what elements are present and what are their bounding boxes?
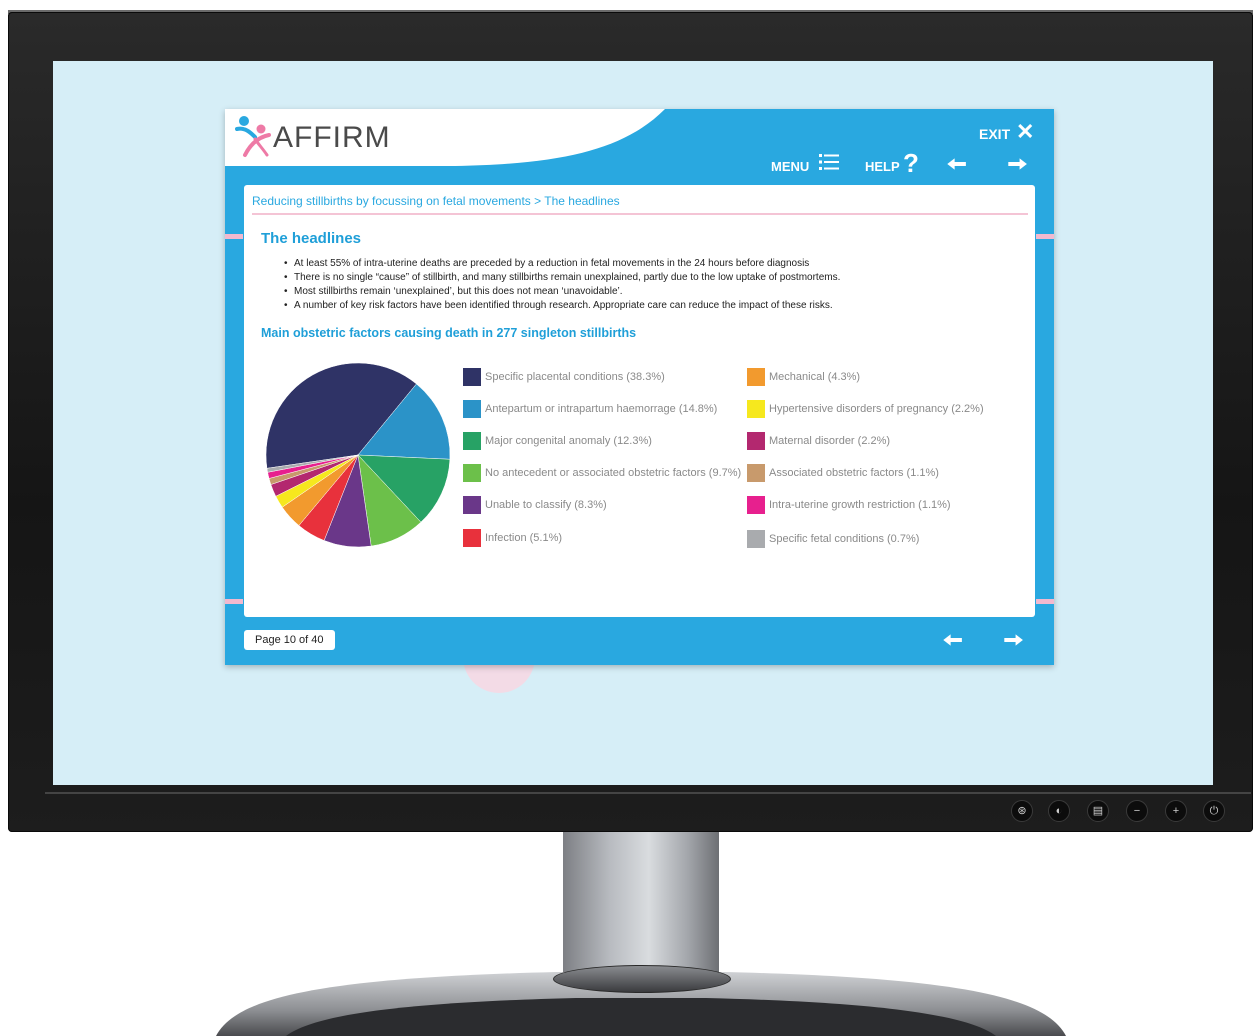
legend-label: Antepartum or intrapartum haemorrage (14…	[485, 403, 718, 415]
legend-label: No antecedent or associated obstetric fa…	[485, 467, 742, 479]
legend-label: Specific placental conditions (38.3%)	[485, 371, 665, 383]
input-icon[interactable]: ⊛	[1011, 800, 1033, 822]
legend-label: Mechanical (4.3%)	[769, 371, 861, 383]
legend-swatch	[747, 530, 765, 548]
settings-icon[interactable]: ▤	[1087, 800, 1109, 822]
legend-swatch	[747, 368, 765, 386]
legend-item: Major congenital anomaly (12.3%)	[463, 431, 741, 451]
legend-swatch	[463, 368, 481, 386]
monitor-stand-neck	[563, 832, 719, 980]
monitor-stand-collar	[553, 965, 731, 993]
divider	[252, 213, 1028, 215]
power-icon[interactable]: ⏻	[1203, 800, 1225, 822]
question-icon[interactable]: ?	[903, 150, 919, 176]
legend-item: Mechanical (4.3%)	[747, 367, 984, 387]
course-window: AFFIRM EXIT ✕ MENU HELP ? 🠨 🠪 Reducing s…	[225, 109, 1054, 665]
legend-item: Hypertensive disorders of pregnancy (2.2…	[747, 399, 984, 419]
logo-icon	[235, 116, 271, 157]
legend-label: Unable to classify (8.3%)	[485, 499, 607, 511]
legend-swatch	[747, 432, 765, 450]
list-item: There is no single “cause” of stillbirth…	[284, 271, 1024, 285]
legend-left: Specific placental conditions (38.3%) An…	[463, 367, 741, 548]
legend-swatch	[463, 529, 481, 547]
legend-swatch	[747, 400, 765, 418]
legend-swatch	[747, 464, 765, 482]
legend-right: Mechanical (4.3%) Hypertensive disorders…	[747, 367, 984, 549]
next-arrow-icon[interactable]: 🠪	[1007, 151, 1028, 177]
breadcrumb[interactable]: Reducing stillbirths by focussing on fet…	[252, 194, 620, 208]
decorative-band	[225, 599, 243, 604]
previous-arrow-icon[interactable]: 🠨	[946, 151, 967, 177]
decorative-band	[225, 234, 243, 239]
legend-swatch	[463, 464, 481, 482]
headline-list: At least 55% of intra-uterine deaths are…	[284, 257, 1024, 313]
legend-item: Intra-uterine growth restriction (1.1%)	[747, 495, 984, 515]
decorative-band	[1036, 234, 1054, 239]
legend-label: Hypertensive disorders of pregnancy (2.2…	[769, 403, 984, 415]
plus-icon[interactable]: +	[1165, 800, 1187, 822]
legend-item: No antecedent or associated obstetric fa…	[463, 463, 741, 483]
legend-label: Major congenital anomaly (12.3%)	[485, 435, 652, 447]
decorative-band	[1036, 599, 1054, 604]
pie-chart	[265, 362, 451, 548]
legend-swatch	[463, 432, 481, 450]
legend-item: Unable to classify (8.3%)	[463, 495, 741, 515]
legend-item: Antepartum or intrapartum haemorrage (14…	[463, 399, 741, 419]
menu-icon[interactable]: ◐	[1048, 800, 1070, 822]
previous-arrow-icon[interactable]: 🠨	[942, 627, 963, 653]
list-item: A number of key risk factors have been i…	[284, 299, 1024, 313]
monitor-screen: AFFIRM EXIT ✕ MENU HELP ? 🠨 🠪 Reducing s…	[53, 61, 1213, 785]
list-icon[interactable]	[819, 153, 839, 171]
close-icon[interactable]: ✕	[1016, 121, 1034, 143]
legend-label: Specific fetal conditions (0.7%)	[769, 533, 920, 545]
legend-label: Associated obstetric factors (1.1%)	[769, 467, 939, 479]
legend-item: Specific fetal conditions (0.7%)	[747, 529, 984, 549]
legend-swatch	[463, 496, 481, 514]
help-button[interactable]: HELP	[865, 159, 900, 174]
legend-label: Infection (5.1%)	[485, 532, 563, 544]
menu-button[interactable]: MENU	[771, 159, 809, 174]
list-item: At least 55% of intra-uterine deaths are…	[284, 257, 1024, 271]
page-title: The headlines	[261, 230, 362, 247]
legend-swatch	[747, 496, 765, 514]
legend-item: Associated obstetric factors (1.1%)	[747, 463, 984, 483]
logo-wordmark: AFFIRM	[273, 121, 391, 154]
content-panel: Reducing stillbirths by focussing on fet…	[244, 185, 1035, 617]
next-arrow-icon[interactable]: 🠪	[1003, 627, 1024, 653]
legend-item: Infection (5.1%)	[463, 528, 741, 548]
exit-button[interactable]: EXIT	[979, 126, 1010, 142]
legend-item: Specific placental conditions (38.3%)	[463, 367, 741, 387]
chart-title: Main obstetric factors causing death in …	[261, 326, 637, 340]
legend-label: Intra-uterine growth restriction (1.1%)	[769, 499, 951, 511]
legend-item: Maternal disorder (2.2%)	[747, 431, 984, 451]
legend-label: Maternal disorder (2.2%)	[769, 435, 891, 447]
page-indicator: Page 10 of 40	[244, 630, 335, 650]
bezel-divider	[45, 792, 1251, 794]
legend-swatch	[463, 400, 481, 418]
list-item: Most stillbirths remain ‘unexplained’, b…	[284, 285, 1024, 299]
minus-icon[interactable]: −	[1126, 800, 1148, 822]
